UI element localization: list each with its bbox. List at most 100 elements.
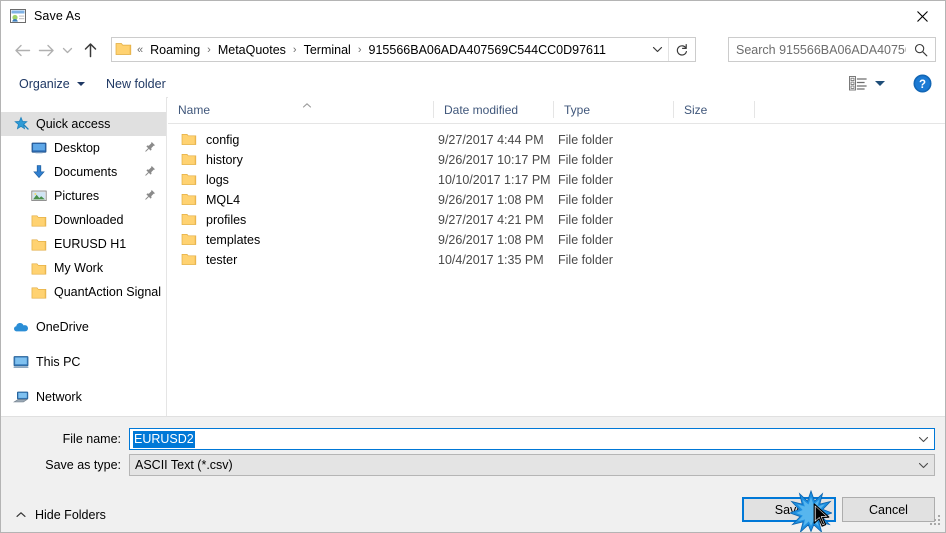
hide-folders-label: Hide Folders: [35, 508, 106, 522]
sidebar-item-pictures[interactable]: Pictures: [1, 184, 166, 208]
sidebar-item-eurusd-h1[interactable]: EURUSD H1: [1, 232, 166, 256]
breadcrumb-item-metaquotes[interactable]: MetaQuotes: [216, 41, 288, 59]
sidebar-item-onedrive[interactable]: OneDrive: [1, 315, 166, 339]
sidebar-item-label: Downloaded: [54, 213, 124, 227]
address-dropdown-button[interactable]: [647, 38, 667, 61]
column-header-label: Date modified: [444, 102, 519, 117]
search-icon: [914, 43, 928, 56]
up-button[interactable]: [78, 36, 102, 64]
sidebar-item-label: Network: [36, 390, 82, 404]
refresh-icon: [676, 43, 687, 56]
window-title: Save As: [34, 9, 81, 23]
file-name-input[interactable]: EURUSD2: [129, 428, 935, 450]
command-bar: Organize New folder ?: [1, 69, 945, 98]
table-row[interactable]: history 9/26/2017 10:17 PM File folder: [168, 150, 945, 170]
file-name-label: profiles: [206, 213, 247, 227]
hide-folders-button[interactable]: Hide Folders: [11, 505, 106, 525]
sidebar-item-label: EURUSD H1: [54, 237, 127, 251]
help-question-icon: ?: [913, 74, 932, 93]
date-modified-cell: 9/26/2017 1:08 PM: [438, 233, 544, 247]
breadcrumb-separator[interactable]: ›: [202, 44, 216, 56]
close-button[interactable]: [899, 1, 945, 31]
sidebar-item-my-work[interactable]: My Work: [1, 256, 166, 280]
search-input[interactable]: [736, 42, 906, 57]
table-row[interactable]: config 9/27/2017 4:44 PM File folder: [168, 130, 945, 150]
pin-icon[interactable]: [145, 189, 156, 203]
file-name-label: MQL4: [206, 193, 241, 207]
star-pin-icon: [13, 116, 29, 132]
type-cell: File folder: [558, 253, 613, 267]
sidebar-item-label: Documents: [54, 165, 118, 179]
date-modified-cell: 9/26/2017 10:17 PM: [438, 153, 551, 167]
folder-icon: [181, 152, 197, 169]
file-list-pane: Name Date modified Type Size config 9/27…: [168, 97, 945, 416]
back-arrow-icon: [14, 44, 30, 56]
folder-icon: [31, 212, 47, 228]
breadcrumb-separator[interactable]: ›: [353, 44, 367, 56]
date-modified-cell: 9/27/2017 4:44 PM: [438, 133, 544, 147]
pin-icon[interactable]: [145, 141, 156, 155]
search-button[interactable]: [911, 38, 931, 61]
chevron-down-icon: [652, 46, 662, 53]
breadcrumb-item-terminal[interactable]: Terminal: [302, 41, 353, 59]
folder-icon: [181, 172, 197, 189]
dialog-footer: File name: EURUSD2 Save as type: ASCII T…: [1, 416, 945, 532]
organize-button[interactable]: Organize: [14, 73, 90, 94]
save-as-type-select[interactable]: ASCII Text (*.csv): [129, 454, 935, 476]
column-header-size[interactable]: Size: [674, 97, 754, 122]
refresh-button[interactable]: [668, 38, 695, 61]
save-as-type-value: ASCII Text (*.csv): [135, 458, 233, 472]
sidebar-item-this-pc[interactable]: This PC: [1, 350, 166, 374]
new-folder-button[interactable]: New folder: [101, 73, 171, 94]
table-row[interactable]: templates 9/26/2017 1:08 PM File folder: [168, 230, 945, 250]
sidebar-item-quantaction-signal[interactable]: QuantAction Signal: [1, 280, 166, 304]
address-bar[interactable]: « Roaming › MetaQuotes › Terminal › 9155…: [111, 37, 696, 62]
forward-button[interactable]: [34, 36, 58, 64]
sidebar-item-quick-access[interactable]: Quick access: [1, 112, 166, 136]
app-icon: [10, 8, 26, 24]
pin-icon[interactable]: [145, 165, 156, 179]
save-button[interactable]: Save: [742, 497, 836, 522]
breadcrumb-separator[interactable]: ›: [288, 44, 302, 56]
help-button[interactable]: ?: [913, 74, 932, 93]
this-pc-icon: [13, 354, 29, 370]
sidebar-item-label: QuantAction Signal: [54, 285, 162, 299]
sidebar-item-desktop[interactable]: Desktop: [1, 136, 166, 160]
documents-download-icon: [31, 164, 47, 180]
file-name-label: templates: [206, 233, 261, 247]
file-name-dropdown-button[interactable]: [912, 429, 934, 449]
view-mode-button[interactable]: [849, 73, 891, 94]
organize-label: Organize: [19, 76, 70, 91]
recent-locations-button[interactable]: [58, 36, 76, 64]
breadcrumb-item-instance-id[interactable]: 915566BA06ADA407569C544CC0D97611: [367, 41, 608, 59]
file-name-label: config: [206, 133, 240, 147]
breadcrumb-overflow[interactable]: «: [132, 44, 148, 56]
title-bar: Save As: [1, 1, 945, 31]
column-divider[interactable]: [754, 101, 755, 118]
cancel-button-label: Cancel: [869, 502, 908, 517]
breadcrumb-item-roaming[interactable]: Roaming: [148, 41, 202, 59]
file-name-cell: templates: [181, 230, 260, 250]
table-row[interactable]: logs 10/10/2017 1:17 PM File folder: [168, 170, 945, 190]
sidebar-item-documents[interactable]: Documents: [1, 160, 166, 184]
column-header-date-modified[interactable]: Date modified: [434, 97, 553, 122]
sidebar-item-network[interactable]: Network: [1, 385, 166, 409]
cancel-button[interactable]: Cancel: [842, 497, 935, 522]
column-header-type[interactable]: Type: [554, 97, 673, 122]
up-arrow-icon: [84, 43, 96, 58]
desktop-icon: [31, 140, 47, 156]
table-row[interactable]: MQL4 9/26/2017 1:08 PM File folder: [168, 190, 945, 210]
sidebar-item-downloaded[interactable]: Downloaded: [1, 208, 166, 232]
search-box[interactable]: [728, 37, 936, 62]
table-row[interactable]: profiles 9/27/2017 4:21 PM File folder: [168, 210, 945, 230]
save-as-type-dropdown-button[interactable]: [912, 455, 934, 475]
navigation-pane: Quick access Desktop Documents Pictures …: [1, 97, 167, 416]
chevron-down-icon: [76, 81, 85, 86]
file-name-value[interactable]: EURUSD2: [133, 430, 195, 448]
table-row[interactable]: tester 10/4/2017 1:35 PM File folder: [168, 250, 945, 270]
sidebar-item-label: Pictures: [54, 189, 100, 203]
back-button[interactable]: [10, 36, 34, 64]
